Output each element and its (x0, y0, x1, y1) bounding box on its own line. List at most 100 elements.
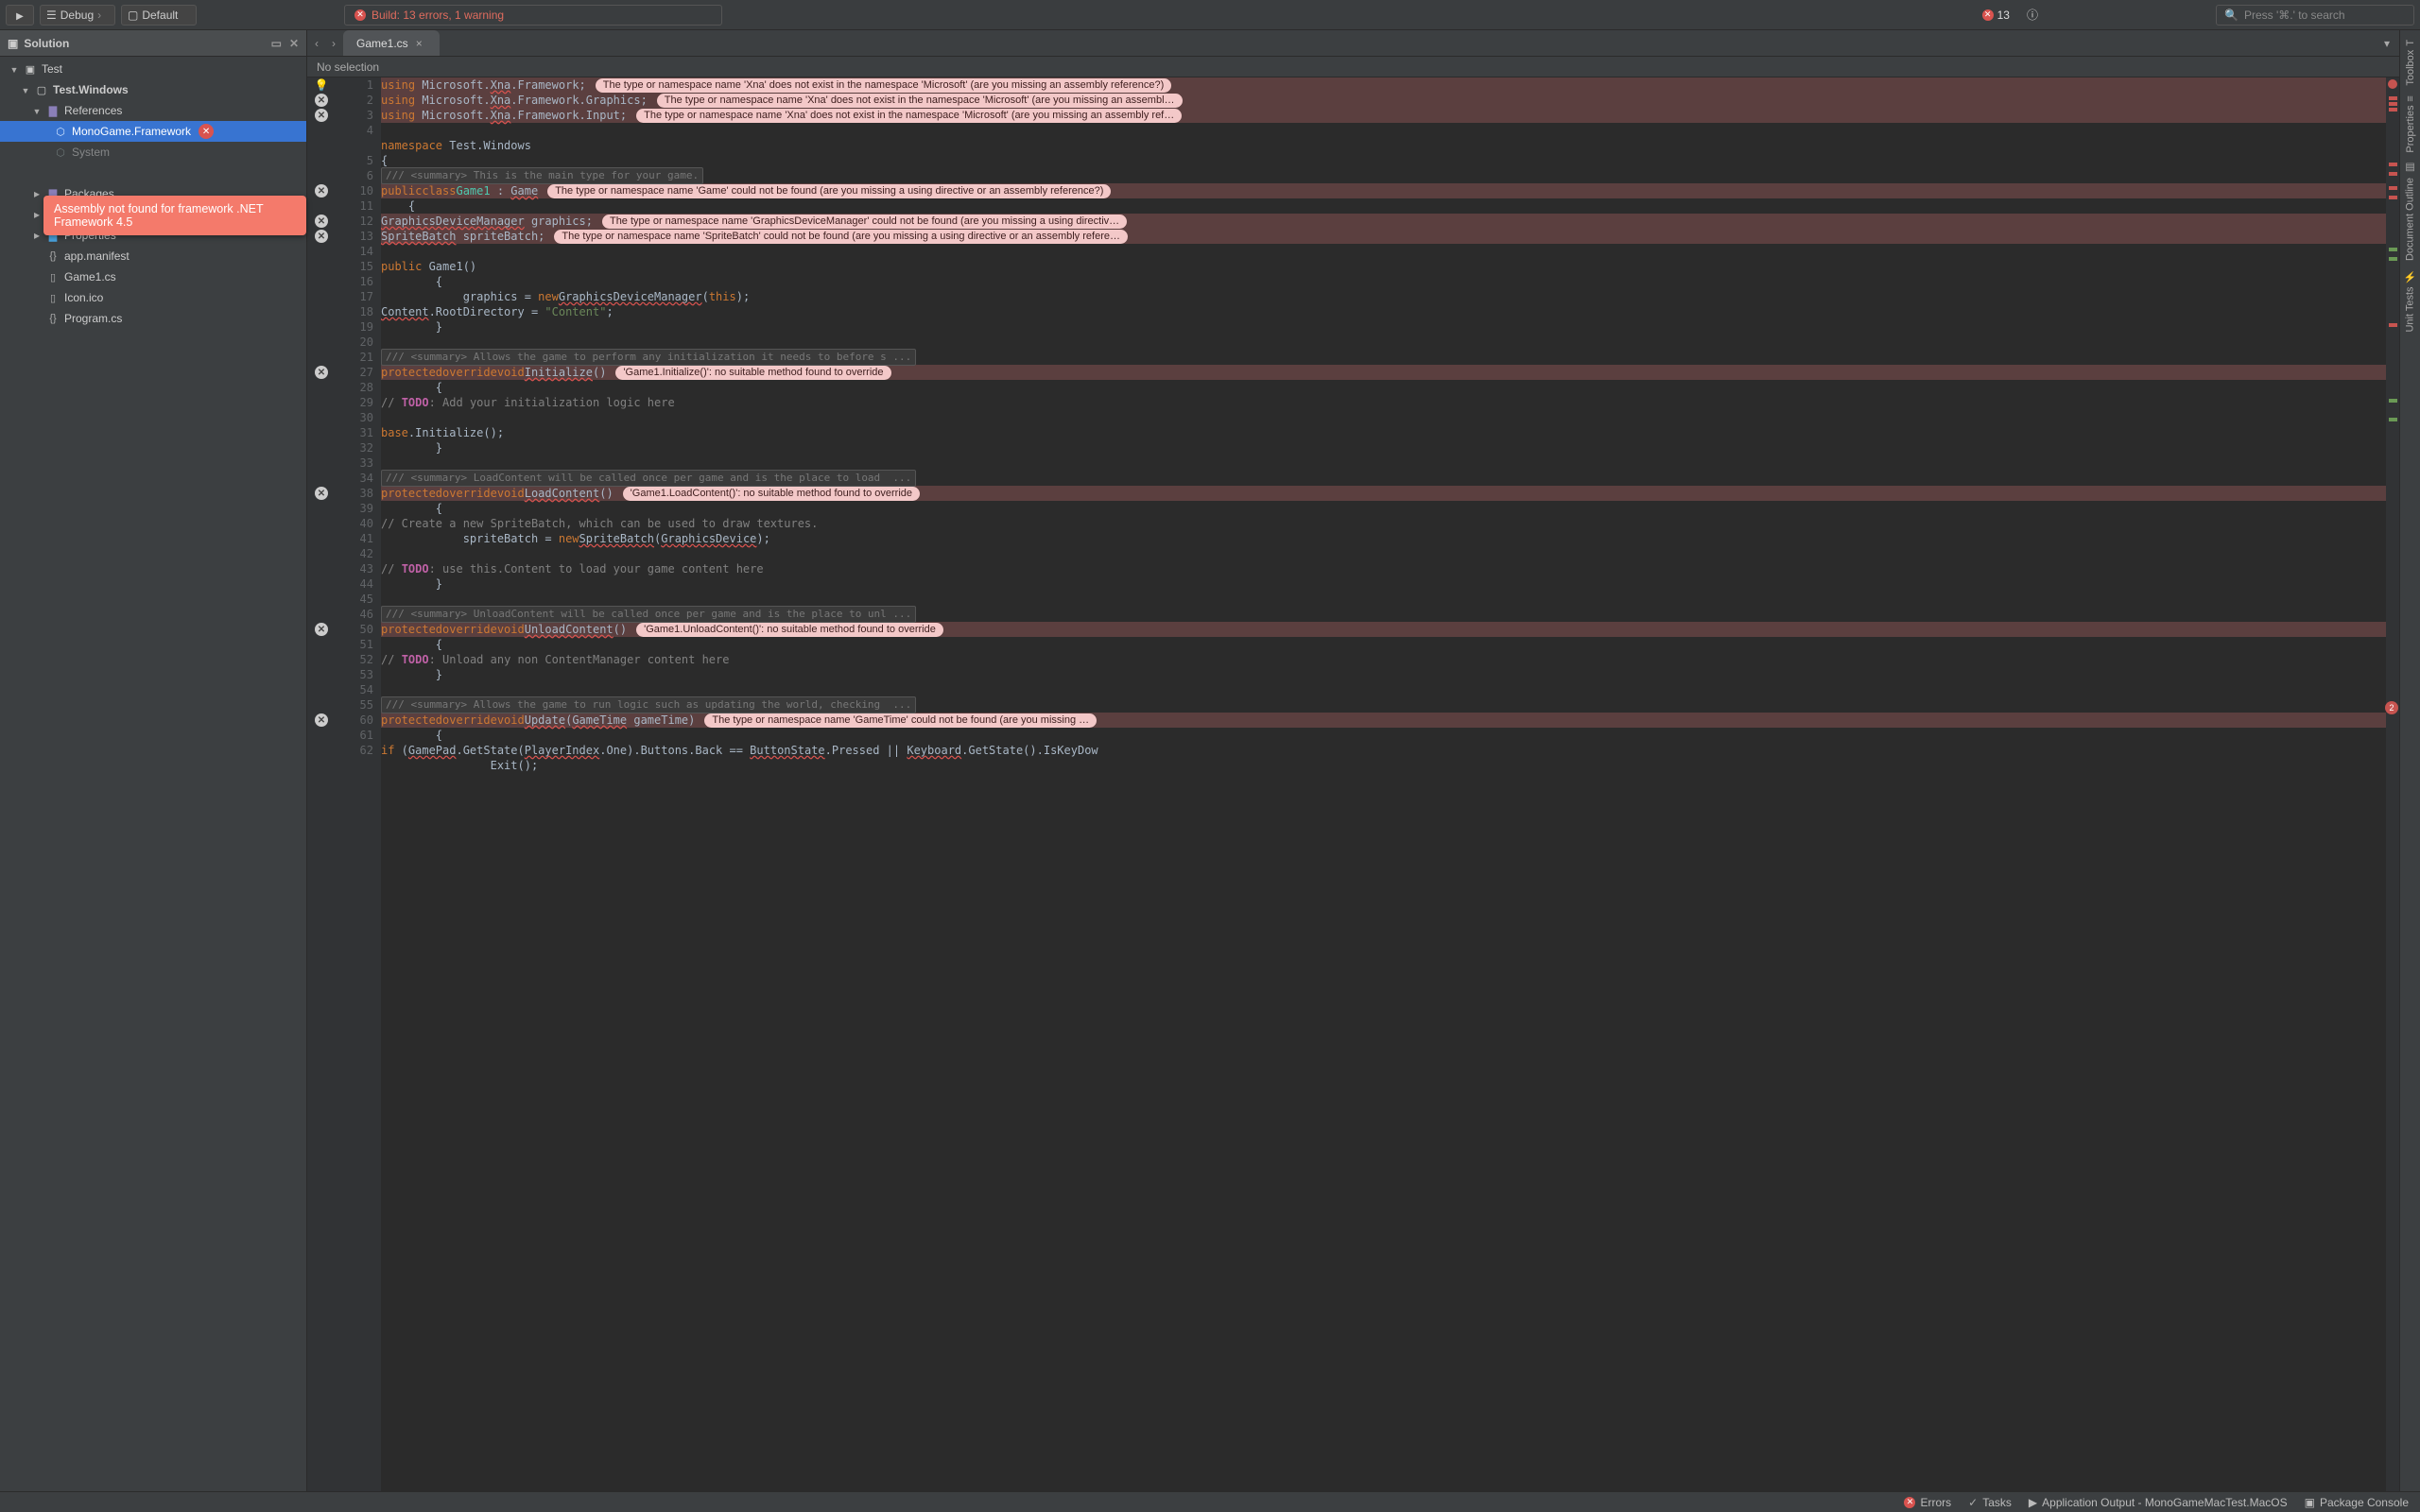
inline-error: 'Game1.UnloadContent()': no suitable met… (636, 623, 943, 637)
chevron-down-icon[interactable] (9, 62, 19, 76)
csharp-file-icon: ▯ (45, 269, 60, 284)
overview-ruler[interactable]: 2 (2386, 77, 2399, 1491)
chevron-right-icon[interactable]: ▸ (32, 229, 42, 242)
toolbar: ☰ Debug › ▢ Default ✕ Build: 13 errors, … (0, 0, 2420, 30)
run-button[interactable] (6, 5, 34, 26)
tab-options-button[interactable]: ▾ (2384, 37, 2390, 50)
solution-tree[interactable]: ▣ Test ▢ Test.Windows ▇ References ⬡ Mon… (0, 57, 306, 1491)
error-marker[interactable]: ✕ (315, 184, 328, 198)
rail-outline[interactable]: Document Outline ▤ (2404, 162, 2416, 261)
rail-properties[interactable]: Properties ≡ (2405, 95, 2416, 153)
error-marker[interactable]: ✕ (315, 215, 328, 228)
folder-icon: ▇ (45, 103, 60, 118)
error-marker[interactable]: ✕ (315, 713, 328, 727)
folded-summary[interactable]: /// <summary> Allows the game to perform… (381, 349, 916, 366)
xml-file-icon: {} (45, 311, 60, 326)
solution-pad-header: ▣ Solution ▭ ✕ (0, 30, 306, 57)
error-icon: ✕ (1904, 1497, 1915, 1508)
target-dropdown[interactable]: ▢ Default (121, 5, 197, 26)
configuration-label: Debug (60, 9, 94, 22)
reference-monogame[interactable]: ⬡ MonoGame.Framework ✕ (0, 121, 306, 142)
folded-summary[interactable]: /// <summary> This is the main type for … (381, 167, 703, 184)
nav-forward-button[interactable]: › (332, 37, 336, 50)
rail-toolbox[interactable]: Toolbox T (2405, 40, 2416, 86)
search-icon: 🔍 (2224, 9, 2238, 22)
chevron-down-icon[interactable] (21, 83, 30, 96)
error-count-badge[interactable]: ✕ 13 (1977, 5, 2015, 26)
assembly-icon: ⬡ (53, 124, 68, 139)
error-icon: ✕ (1982, 9, 1994, 21)
pad-dock-button[interactable]: ▭ (271, 37, 282, 50)
gear-icon: ☰ (46, 9, 57, 22)
line-gutter: 1234 56 10111213 14151617 181920 2127282… (336, 77, 381, 1491)
footer-errors[interactable]: ✕ Errors (1904, 1496, 1951, 1509)
error-marker[interactable]: ✕ (315, 366, 328, 379)
inline-error: The type or namespace name 'GameTime' co… (704, 713, 1097, 728)
properties-icon: ≡ (2405, 95, 2416, 101)
folded-summary[interactable]: /// <summary> LoadContent will be called… (381, 470, 916, 487)
inline-error: 'Game1.Initialize()': no suitable method… (615, 366, 890, 380)
error-marker[interactable]: ✕ (315, 487, 328, 500)
chevron-right-icon[interactable]: ▸ (32, 208, 42, 221)
toolbox-icon: T (2405, 40, 2416, 46)
error-marker[interactable]: ✕ (315, 623, 328, 636)
chevron-down-icon[interactable] (32, 104, 42, 117)
error-badge-icon: ✕ (199, 124, 214, 139)
image-file-icon: ▯ (45, 290, 60, 305)
footer-tasks[interactable]: ✓ Tasks (1968, 1496, 2012, 1509)
file-manifest[interactable]: {} app.manifest (0, 246, 306, 266)
error-marker[interactable]: ✕ (315, 94, 328, 107)
editor-tabstrip: ‹ › Game1.cs × ▾ (307, 30, 2399, 57)
inline-error: The type or namespace name 'Xna' does no… (596, 78, 1172, 93)
console-icon: ▣ (2305, 1496, 2315, 1509)
file-program[interactable]: {} Program.cs (0, 308, 306, 329)
solution-title: Solution (24, 37, 69, 50)
tab-title: Game1.cs (356, 37, 408, 50)
footer-package-console[interactable]: ▣ Package Console (2305, 1496, 2409, 1509)
file-icon[interactable]: ▯ Icon.ico (0, 287, 306, 308)
nav-back-button[interactable]: ‹ (315, 37, 319, 50)
info-button[interactable]: ⓘ (2021, 5, 2044, 26)
solution-icon: ▣ (23, 61, 38, 77)
xml-file-icon: {} (45, 249, 60, 264)
play-icon: ▶ (2029, 1496, 2037, 1509)
editor-tab[interactable]: Game1.cs × (343, 30, 440, 56)
solution-icon: ▣ (8, 37, 18, 50)
solution-pad: ▣ Solution ▭ ✕ ▣ Test ▢ Test.Windows (0, 30, 307, 1491)
overview-error-count: 2 (2385, 701, 2398, 714)
error-count: 13 (1997, 9, 2010, 22)
outline-icon: ▤ (2404, 162, 2416, 174)
error-marker[interactable]: ✕ (315, 109, 328, 122)
build-status[interactable]: ✕ Build: 13 errors, 1 warning (344, 5, 722, 26)
reference-system[interactable]: ⬡ System (0, 142, 306, 163)
build-status-text: Build: 13 errors, 1 warning (372, 9, 504, 22)
search-placeholder: Press '⌘.' to search (2244, 9, 2345, 22)
global-search[interactable]: 🔍 Press '⌘.' to search (2216, 5, 2414, 26)
editor-area: ‹ › Game1.cs × ▾ No selection 💡 ✕ ✕ ✕ (307, 30, 2399, 1491)
folded-summary[interactable]: /// <summary> UnloadContent will be call… (381, 606, 916, 623)
check-icon: ✓ (1968, 1496, 1978, 1509)
lightbulb-icon[interactable]: 💡 (315, 78, 329, 92)
pad-close-button[interactable]: ✕ (289, 37, 299, 50)
breadcrumb[interactable]: No selection (307, 57, 2399, 77)
inline-error: The type or namespace name 'Xna' does no… (657, 94, 1183, 108)
inline-error: 'Game1.LoadContent()': no suitable metho… (623, 487, 920, 501)
footer-output[interactable]: ▶ Application Output - MonoGameMacTest.M… (2029, 1496, 2288, 1509)
rail-unit-tests[interactable]: Unit Tests ⚡ (2404, 270, 2416, 333)
target-icon: ▢ (128, 9, 138, 22)
configuration-dropdown[interactable]: ☰ Debug › (40, 5, 115, 26)
references-node[interactable]: ▇ References (0, 100, 306, 121)
project-node[interactable]: ▢ Test.Windows (0, 79, 306, 100)
tab-close-button[interactable]: × (416, 37, 423, 50)
solution-root[interactable]: ▣ Test (0, 59, 306, 79)
folded-summary[interactable]: /// <summary> Allows the game to run log… (381, 696, 916, 713)
code-editor[interactable]: using Microsoft.Xna.Framework;The type o… (381, 77, 2386, 1491)
tests-icon: ⚡ (2404, 270, 2416, 283)
file-game1[interactable]: ▯ Game1.cs (0, 266, 306, 287)
project-icon: ▢ (34, 82, 49, 97)
status-bar-bottom: ✕ Errors ✓ Tasks ▶ Application Output - … (0, 1491, 2420, 1512)
error-icon: ✕ (354, 9, 366, 21)
chevron-right-icon[interactable]: ▸ (32, 187, 42, 200)
overview-status-icon (2388, 79, 2397, 89)
error-marker[interactable]: ✕ (315, 230, 328, 243)
